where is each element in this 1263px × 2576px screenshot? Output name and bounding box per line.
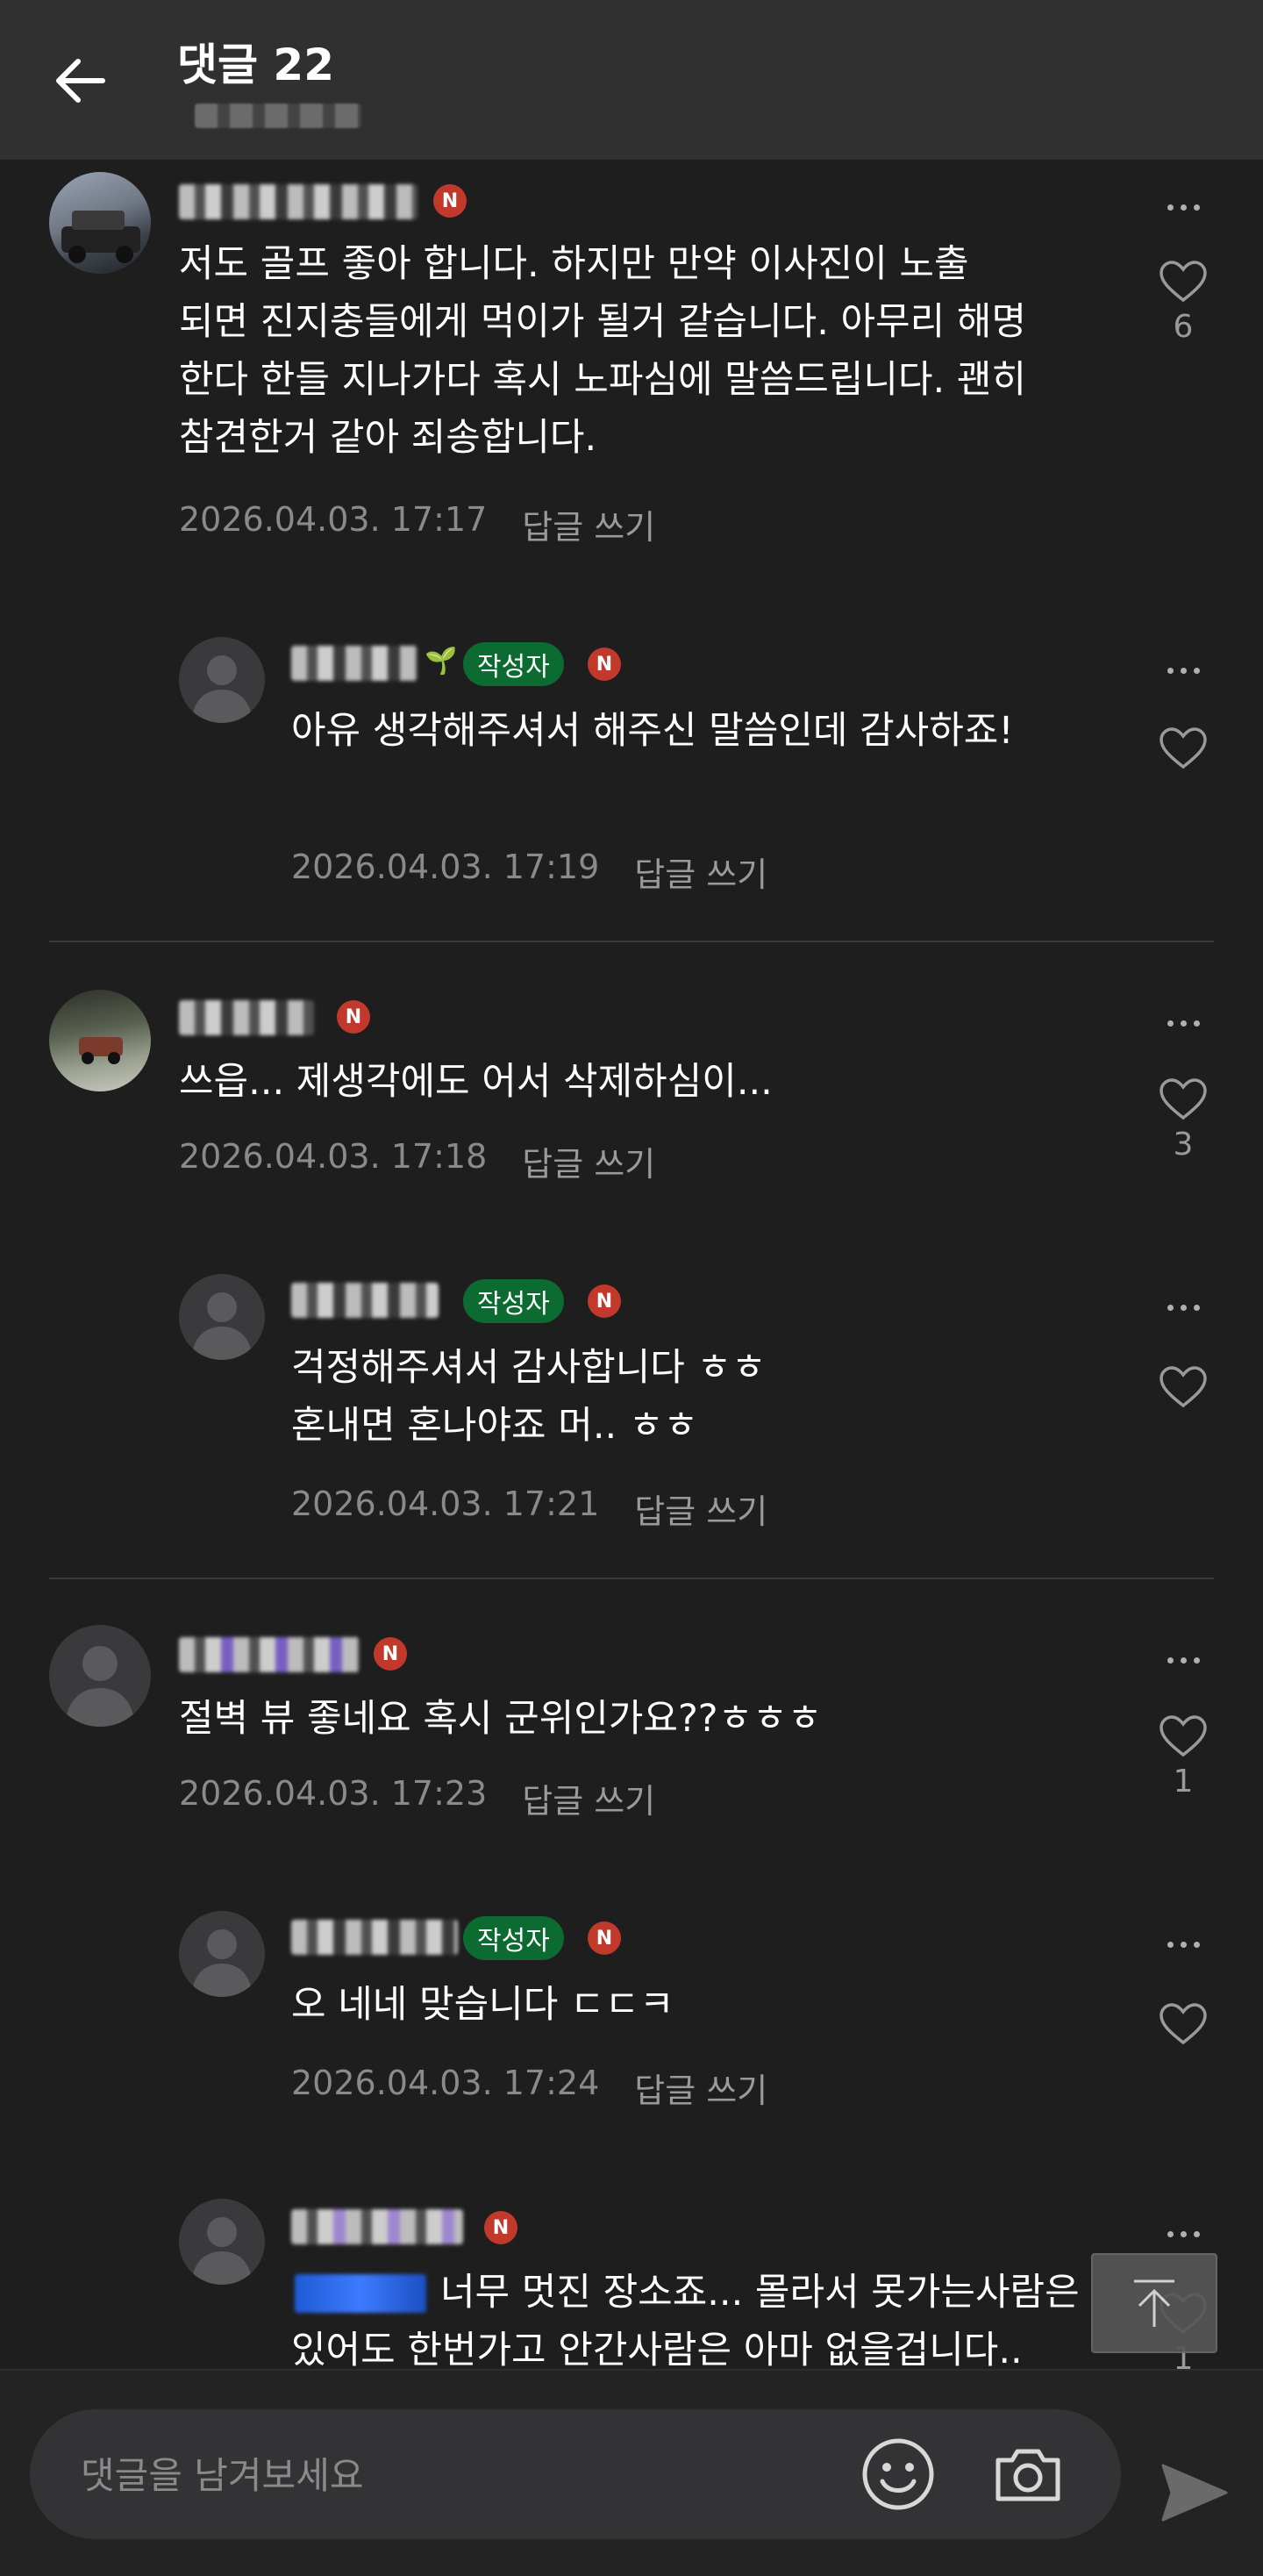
scroll-top-icon [1134,2279,1174,2327]
comment-input[interactable] [79,2409,837,2541]
emoji-button[interactable] [860,2436,937,2513]
camera-icon [995,2449,1060,2501]
comment-text: 너무 멋진 장소죠... 몰라서 못가는사람은 있어도 한번가고 안간사람은 아… [291,2271,1080,2369]
username-blurred[interactable] [291,2209,463,2244]
scroll-top-button[interactable] [1091,2253,1217,2353]
more-options-button[interactable] [1152,2216,1214,2251]
send-icon [1161,2464,1228,2522]
avatar[interactable] [179,2199,265,2285]
comment-input-container [30,2409,1121,2541]
naver-badge: N [484,2211,517,2244]
camera-button[interactable] [989,2436,1067,2513]
comment-input-bar [0,2369,1263,2576]
send-button[interactable] [1156,2455,1231,2530]
smile-icon [862,2438,934,2510]
reply-item: N 너무 멋진 장소죠... 몰라서 못가는사람은 있어도 한번가고 안간사람은… [0,0,1263,2369]
